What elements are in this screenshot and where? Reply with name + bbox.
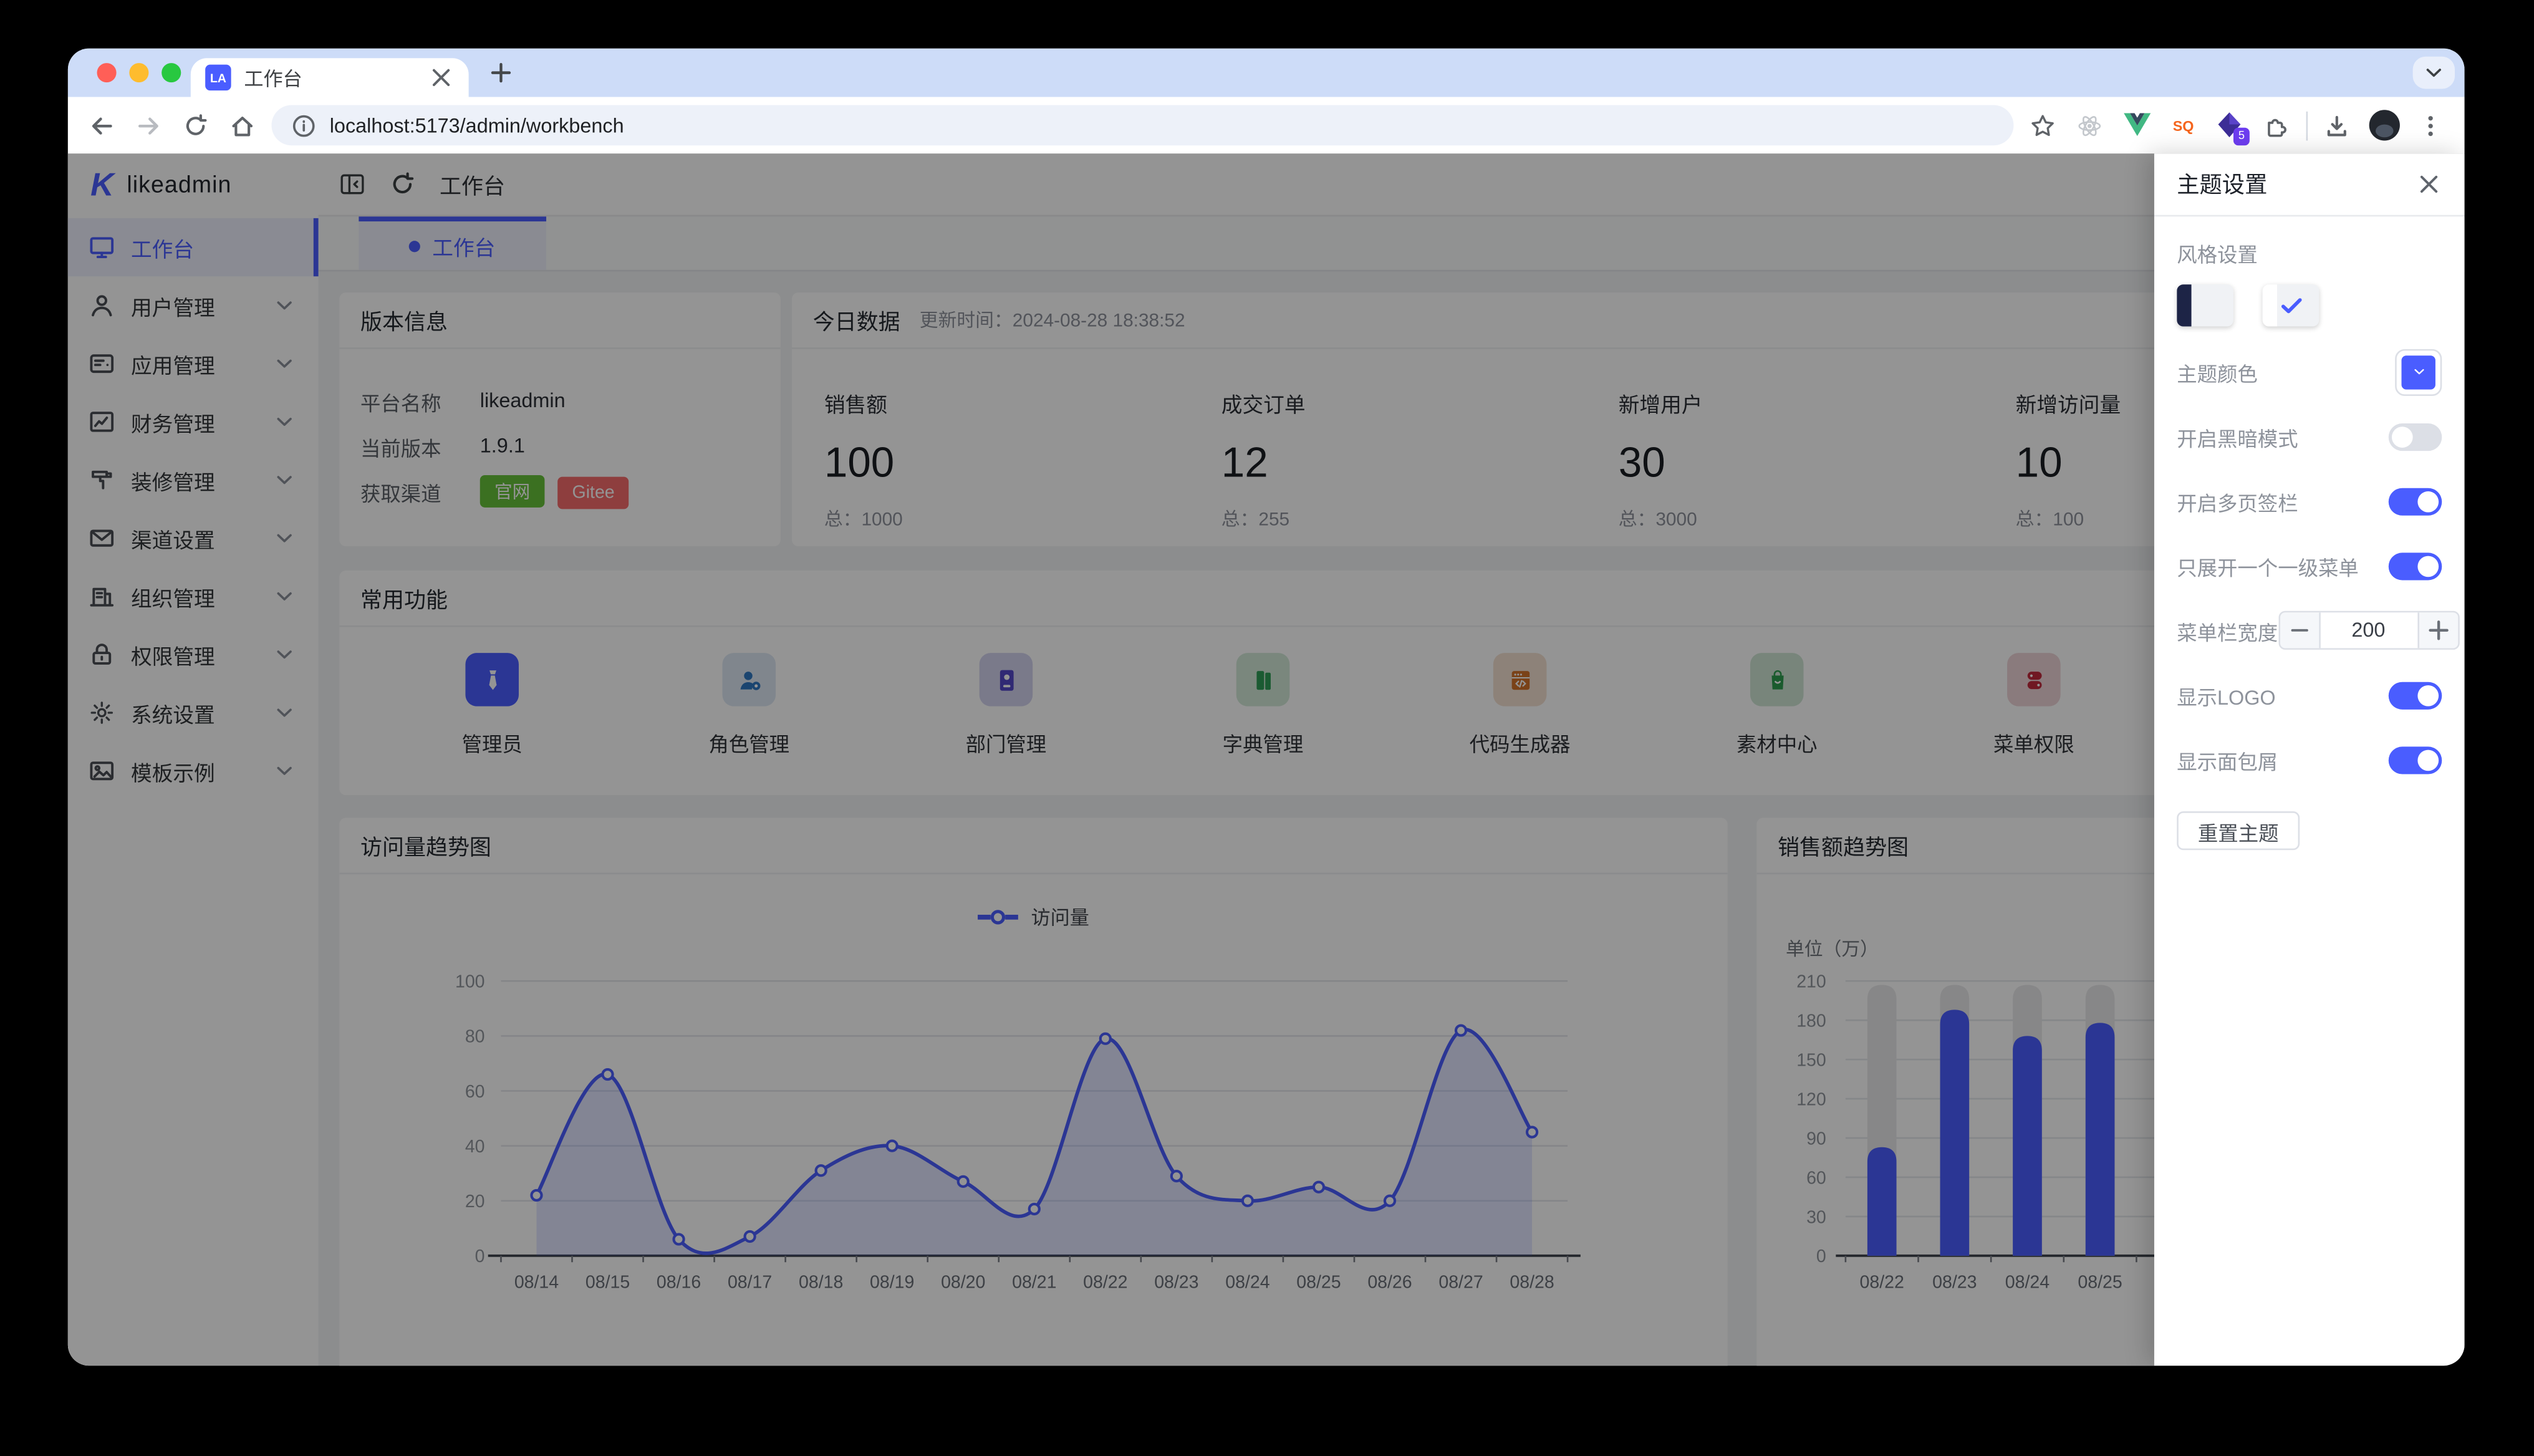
browser-window: LA 工作台 localhost:5173/admin/workbench SQ… (67, 48, 2465, 1366)
page-viewport: K likeadmin 工作台 用户管理 应用管理 财务管理 装修管理 渠道设置 组织管理权… (67, 153, 2465, 1366)
close-window-button[interactable] (97, 63, 117, 83)
profile-avatar[interactable] (2366, 107, 2401, 143)
address-bar[interactable]: localhost:5173/admin/workbench (271, 105, 2014, 146)
tab-search-button[interactable] (2412, 56, 2455, 89)
browser-menu-button[interactable] (2413, 107, 2449, 143)
toggle-on[interactable] (2388, 746, 2442, 774)
avatar (2368, 110, 2399, 141)
reload-button[interactable] (178, 107, 213, 143)
menu-width-value[interactable]: 200 (2320, 612, 2417, 648)
drawer-row: 显示面包屑 (2154, 727, 2465, 792)
drawer-row-label: 开启多页签栏 (2177, 492, 2298, 515)
toggle-on[interactable] (2388, 487, 2442, 515)
site-info-icon[interactable] (291, 112, 317, 138)
drawer-row: 主题颜色 (2154, 339, 2465, 404)
zoom-window-button[interactable] (161, 63, 181, 83)
theme-settings-drawer: 主题设置 风格设置 主题颜色 开启黑暗模式 开启多页签栏 只展开一个一级菜单 菜单栏宽度… (2154, 153, 2465, 1366)
close-tab-icon[interactable] (428, 65, 454, 90)
drawer-row: 只展开一个一级菜单 (2154, 533, 2465, 598)
chevron-down-icon (2421, 60, 2447, 85)
back-button[interactable] (84, 107, 120, 143)
browser-toolbar: localhost:5173/admin/workbench SQ 5 (67, 97, 2465, 154)
favicon: LA (205, 64, 231, 91)
minimize-window-button[interactable] (129, 63, 149, 83)
bookmark-star-icon[interactable] (2025, 107, 2061, 143)
react-devtools-icon[interactable] (2072, 107, 2108, 143)
toggle-off[interactable] (2388, 422, 2442, 450)
drawer-row-label: 显示LOGO (2177, 686, 2276, 709)
browser-tabstrip: LA 工作台 (67, 48, 2465, 97)
forward-button[interactable] (131, 107, 166, 143)
style-cards (2177, 284, 2442, 330)
theme-color-picker[interactable] (2395, 348, 2442, 395)
style-light-sidebar-card[interactable] (2262, 284, 2320, 327)
style-dark-sidebar-card[interactable] (2177, 284, 2233, 327)
drawer-row-label: 开启黑暗模式 (2177, 427, 2298, 450)
style-section-label: 风格设置 (2177, 244, 2258, 267)
toggle-on[interactable] (2388, 552, 2442, 580)
sq-extension-icon[interactable]: SQ (2165, 107, 2201, 143)
modal-dim-overlay[interactable] (67, 153, 2465, 1366)
chevron-down-icon (2410, 364, 2427, 380)
desktop: LA 工作台 localhost:5173/admin/workbench SQ… (0, 0, 2534, 1456)
close-drawer-icon[interactable] (2416, 171, 2442, 197)
drawer-row-label: 菜单栏宽度 (2177, 621, 2278, 644)
vue-devtools-icon[interactable] (2119, 107, 2154, 143)
reset-theme-button[interactable]: 重置主题 (2177, 811, 2300, 851)
drawer-rows: 主题颜色开启黑暗模式 开启多页签栏只展开一个一级菜单 菜单栏宽度 200 显示LOGO 显… (2154, 339, 2465, 792)
increment-button[interactable] (2417, 612, 2457, 648)
drawer-title: 主题设置 (2177, 171, 2268, 198)
toggle-on[interactable] (2388, 681, 2442, 709)
drawer-row-label: 显示面包屑 (2177, 750, 2278, 774)
home-button[interactable] (224, 107, 260, 143)
toolbar-separator (2306, 110, 2308, 140)
drawer-row: 菜单栏宽度 200 (2154, 598, 2465, 663)
tab-title: 工作台 (244, 67, 302, 90)
downloads-button[interactable] (2319, 107, 2354, 143)
window-controls (97, 63, 181, 83)
decrement-button[interactable] (2279, 612, 2320, 648)
check-icon (2263, 284, 2320, 326)
url-text: localhost:5173/admin/workbench (329, 113, 624, 137)
menu-width-stepper: 200 (2278, 610, 2459, 650)
extensions-puzzle-icon[interactable] (2259, 107, 2295, 143)
new-tab-button[interactable] (488, 60, 514, 85)
drawer-row: 开启多页签栏 (2154, 469, 2465, 534)
gem-extension-icon[interactable]: 5 (2212, 107, 2250, 145)
drawer-row-label: 只展开一个一级菜单 (2177, 556, 2359, 580)
browser-tab[interactable]: LA 工作台 (190, 58, 469, 97)
extension-badge: 5 (2233, 127, 2250, 145)
drawer-row-label: 主题颜色 (2177, 362, 2258, 386)
drawer-row: 开启黑暗模式 (2154, 404, 2465, 469)
drawer-row: 显示LOGO (2154, 663, 2465, 728)
